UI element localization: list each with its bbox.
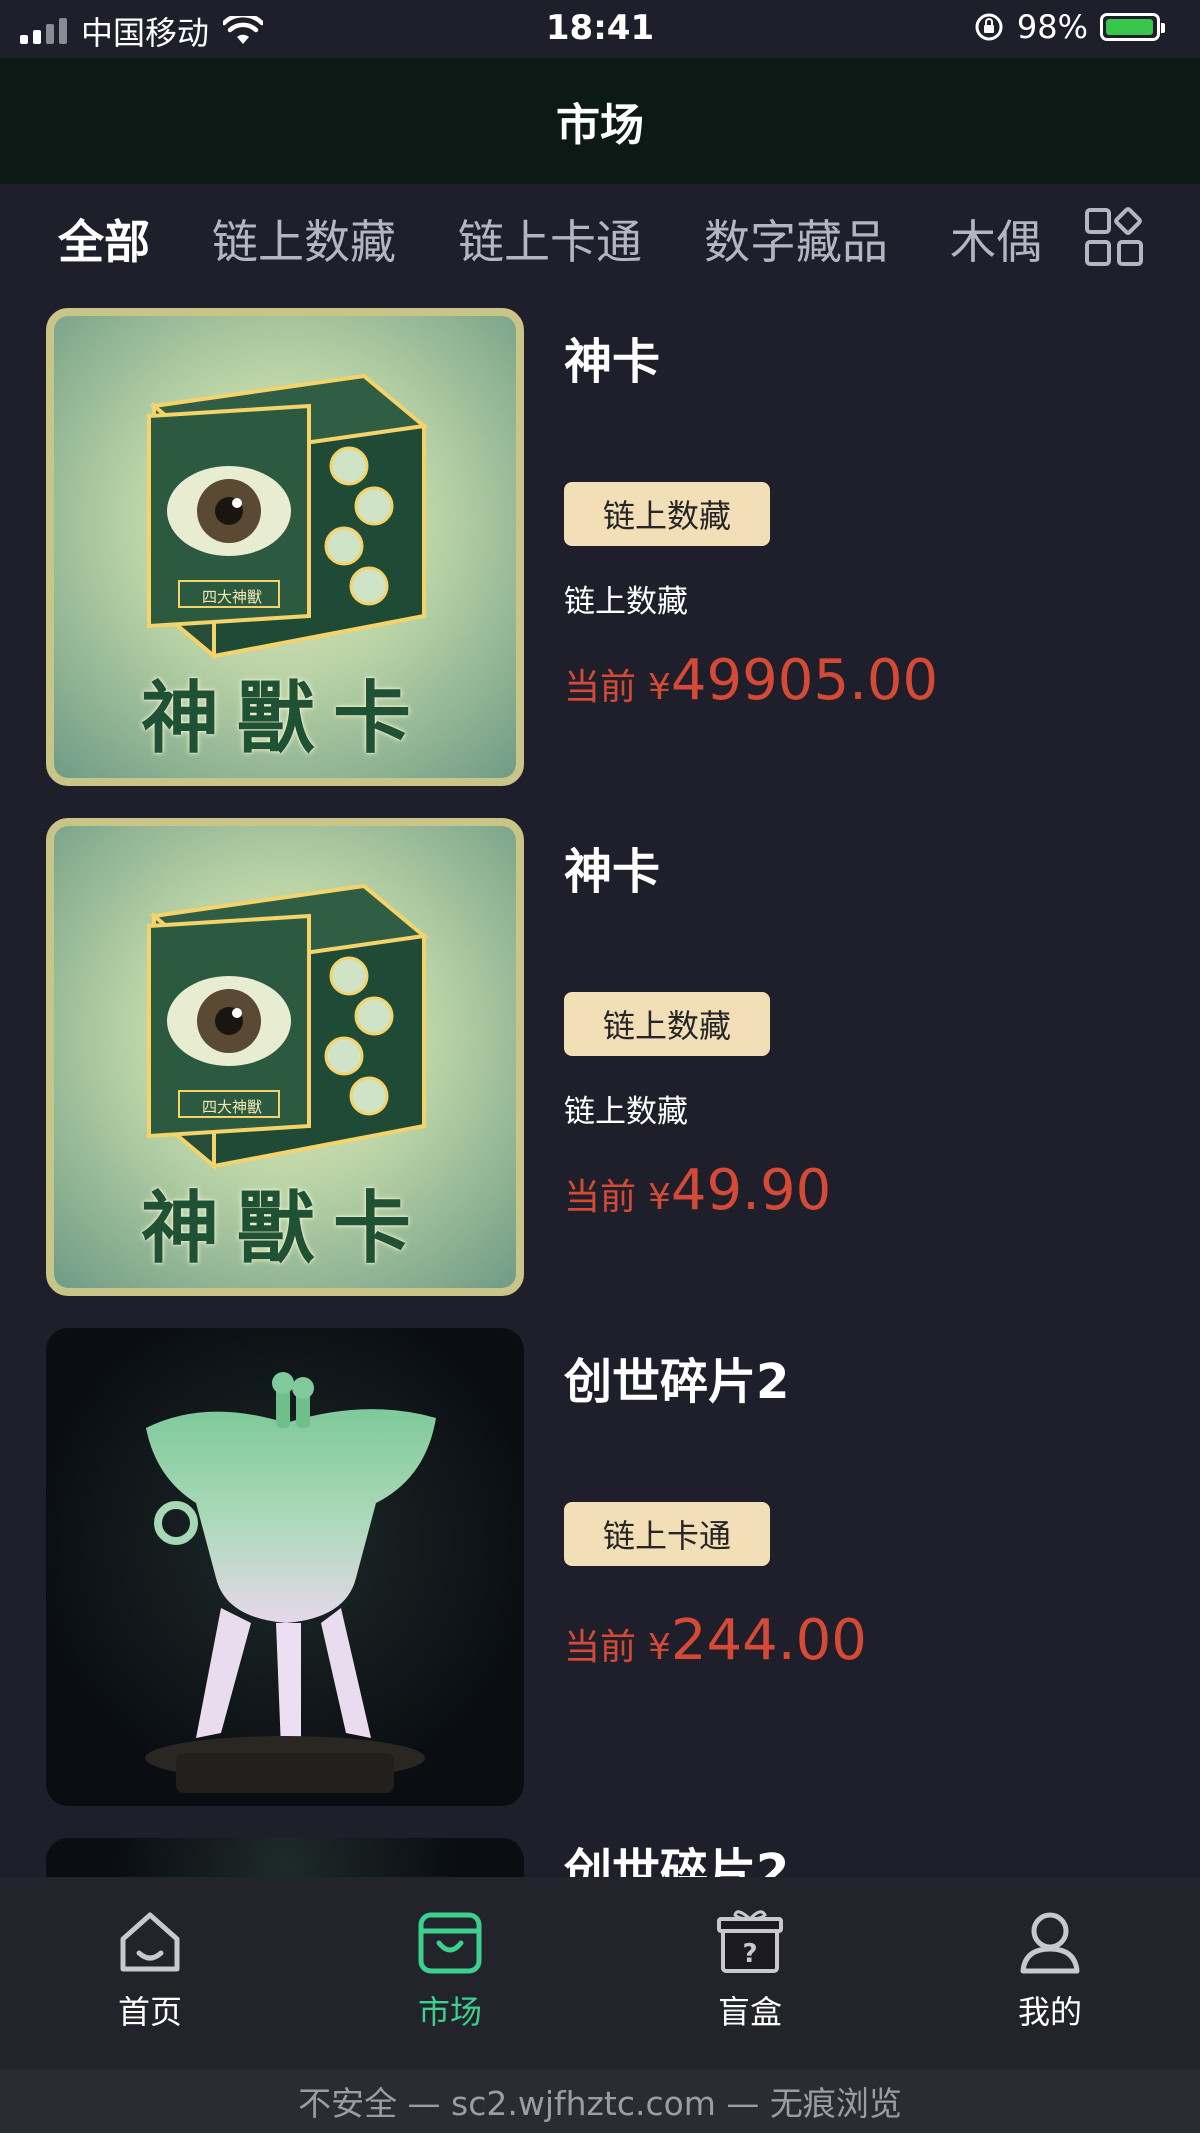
page-title: 市场: [556, 100, 644, 151]
product-card[interactable]: 四大神獸 神獸卡 神卡 链上数藏 链上数藏 当前 ¥ 49905.00: [46, 308, 1146, 788]
bottom-nav: 首页 市场 ? 盲盒 我的: [0, 1877, 1200, 2069]
currency-symbol: ¥: [648, 667, 671, 708]
product-subtitle: 链上数藏: [564, 584, 688, 620]
category-grid-icon[interactable]: [1084, 207, 1144, 267]
nav-profile-label: 我的: [1017, 1993, 1082, 2031]
jade-vessel-icon: [145, 1372, 436, 1793]
orientation-lock-icon: [975, 13, 1003, 41]
tab-all[interactable]: 全部: [58, 206, 150, 272]
price: 当前 ¥ 49.90: [564, 1158, 831, 1223]
price-label: 当前: [564, 667, 637, 708]
home-icon: [120, 1912, 180, 1972]
tab-digital-collectibles[interactable]: 数字藏品: [704, 206, 888, 272]
card-badge-text: 四大神獸: [201, 1098, 262, 1116]
category-tag: 链上卡通: [564, 1502, 770, 1566]
price-value: 49.90: [670, 1158, 832, 1223]
url-text: 不安全 — sc2.wjfhztc.com — 无痕浏览: [298, 2084, 902, 2123]
market-bag-icon: [418, 1912, 482, 1974]
price: 当前 ¥ 244.00: [564, 1608, 867, 1673]
tab-puppet[interactable]: 木偶: [950, 206, 1042, 272]
nav-blindbox-label: 盲盒: [717, 1993, 782, 2031]
product-card[interactable]: 四大神獸 神獸卡 神卡 链上数藏 链上数藏 当前 ¥ 49.90: [46, 818, 1146, 1298]
category-tabs: 全部 链上数藏 链上卡通 数字藏品 木偶: [0, 184, 1200, 294]
price-label: 当前: [564, 1177, 637, 1218]
svg-text:?: ?: [742, 1939, 757, 1969]
product-subtitle: 链上数藏: [564, 1094, 688, 1130]
currency-symbol: ¥: [648, 1627, 671, 1668]
product-image[interactable]: 四大神獸 神獸卡: [46, 308, 524, 786]
nav-profile[interactable]: 我的: [970, 1907, 1130, 2033]
tab-onchain-cartoon[interactable]: 链上卡通: [458, 206, 642, 272]
card-title-art: 神獸卡: [140, 673, 429, 764]
category-tag: 链上数藏: [564, 482, 770, 546]
product-name[interactable]: 神卡: [564, 322, 660, 392]
product-image[interactable]: [46, 1328, 524, 1806]
product-image[interactable]: 四大神獸 神獸卡: [46, 818, 524, 1296]
mystery-box-icon: ?: [717, 1910, 783, 1973]
user-icon: [1020, 1912, 1080, 1974]
battery-percent: 98%: [1016, 8, 1088, 46]
nav-home[interactable]: 首页: [70, 1907, 230, 2033]
price-value: 49905.00: [670, 648, 939, 713]
tab-onchain-collectibles[interactable]: 链上数藏: [212, 206, 396, 272]
status-bar: 中国移动 18:41 98%: [0, 0, 1200, 60]
battery-icon: [1100, 13, 1165, 41]
product-name[interactable]: 神卡: [564, 832, 660, 902]
nav-blindbox[interactable]: ? 盲盒: [670, 1907, 830, 2033]
page-header: 市场: [0, 58, 1200, 184]
price: 当前 ¥ 49905.00: [564, 648, 938, 713]
nav-home-label: 首页: [117, 1993, 182, 2031]
price-label: 当前: [564, 1627, 637, 1668]
category-tag: 链上数藏: [564, 992, 770, 1056]
currency-symbol: ¥: [648, 1177, 671, 1218]
nav-market[interactable]: 市场: [370, 1907, 530, 2033]
card-title-art: 神獸卡: [140, 1183, 429, 1274]
price-value: 244.00: [670, 1608, 867, 1673]
product-card[interactable]: 创世碎片2 链上卡通 当前 ¥ 244.00: [46, 1328, 1146, 1808]
product-name[interactable]: 创世碎片2: [564, 1342, 789, 1412]
card-badge-text: 四大神獸: [201, 588, 262, 606]
browser-url-bar[interactable]: 不安全 — sc2.wjfhztc.com — 无痕浏览: [0, 2069, 1200, 2133]
nav-market-label: 市场: [417, 1993, 482, 2031]
